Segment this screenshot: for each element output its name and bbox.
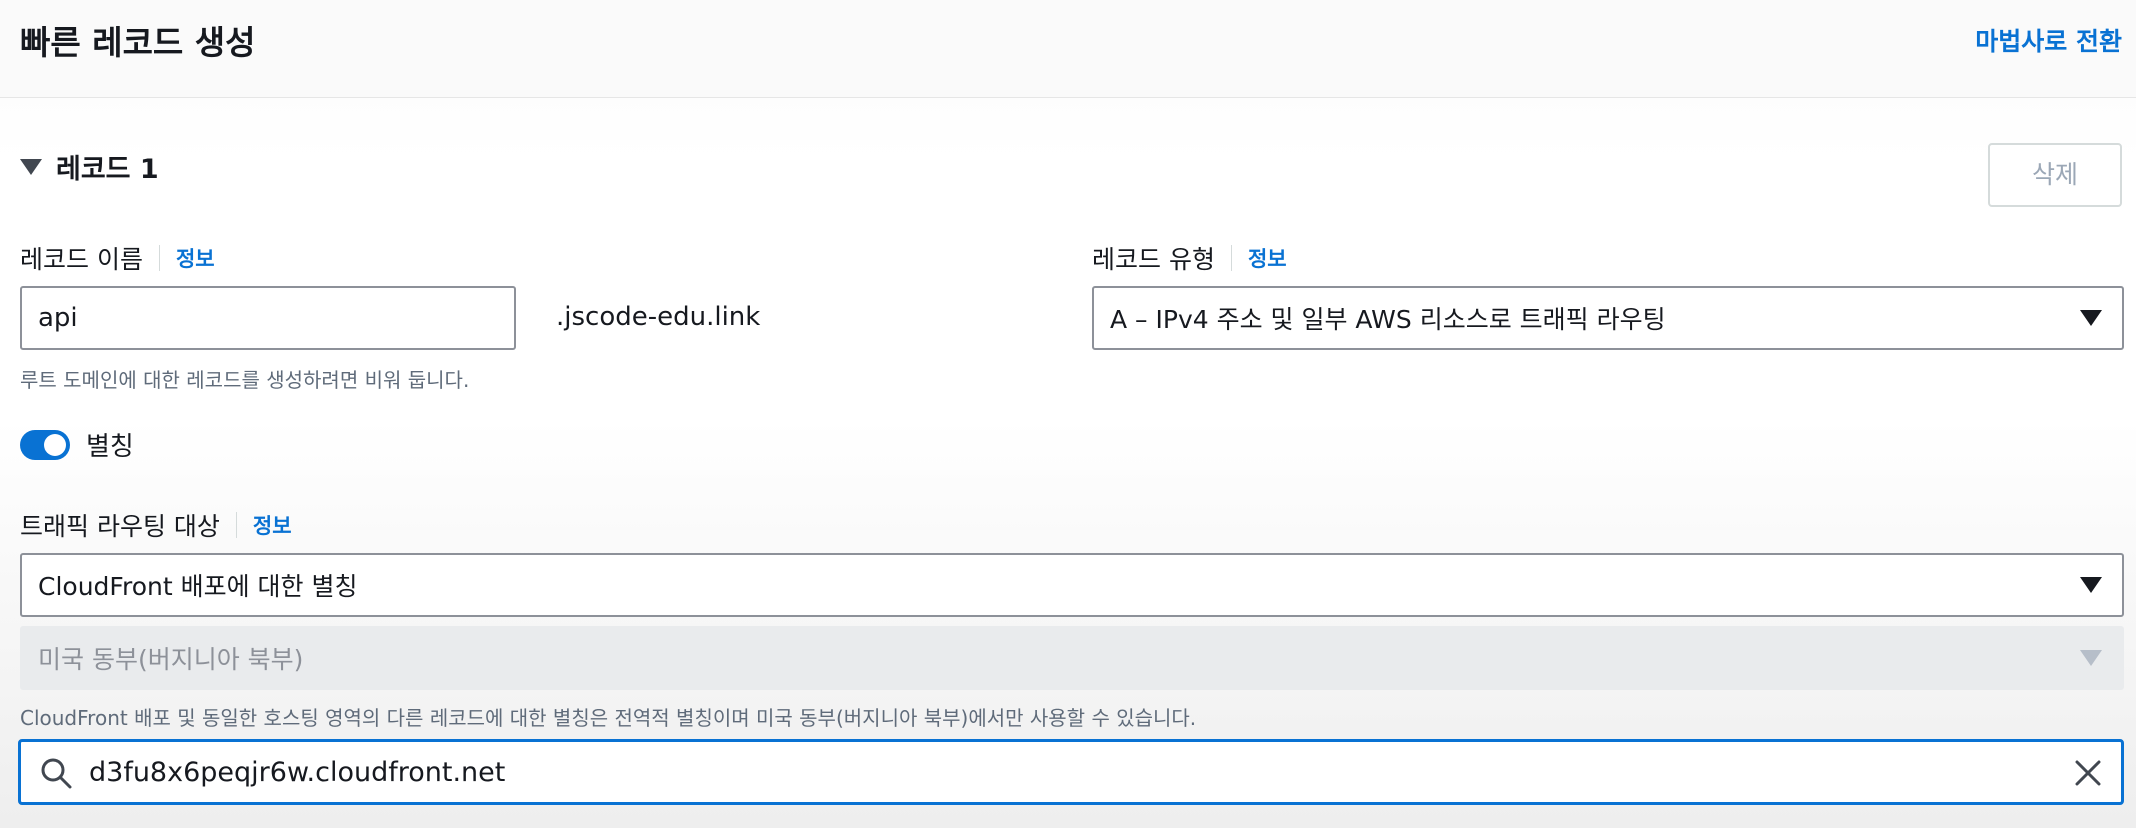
toggle-knob: [44, 433, 66, 456]
region-value: 미국 동부(버지니아 북부): [38, 645, 304, 674]
routing-target-info-link[interactable]: 정보: [253, 510, 292, 540]
dropdown-arrow-icon: [2080, 650, 2102, 666]
record-section-toggle[interactable]: 레코드 1: [20, 147, 159, 186]
page-title: 빠른 레코드 생성: [20, 23, 256, 62]
clear-icon[interactable]: [2071, 756, 2105, 790]
endpoint-value: CloudFront 배포에 대한 별칭: [38, 572, 358, 601]
routing-target-label: 트래픽 라우팅 대상: [20, 512, 220, 541]
record-name-label: 레코드 이름: [20, 245, 143, 274]
quick-create-record-page: 빠른 레코드 생성 마법사로 전환 레코드 1 삭제 레코드 이름 정보 api…: [0, 0, 2136, 828]
record-name-value: api: [38, 303, 78, 333]
caret-down-icon: [20, 158, 42, 175]
switch-to-wizard-link[interactable]: 마법사로 전환: [1975, 22, 2122, 58]
label-divider: [1230, 245, 1232, 271]
record-type-label-row: 레코드 유형 정보: [1092, 240, 1287, 276]
record-type-select[interactable]: A – IPv4 주소 및 일부 AWS 리소스로 트래픽 라우팅: [1092, 286, 2124, 350]
record-name-input[interactable]: api: [20, 286, 516, 350]
dropdown-arrow-icon: [2080, 577, 2102, 593]
search-icon: [41, 758, 72, 789]
page-header: 빠른 레코드 생성 마법사로 전환: [0, 0, 2136, 98]
record-type-value: A – IPv4 주소 및 일부 AWS 리소스로 트래픽 라우팅: [1110, 305, 1666, 334]
alias-toggle-row: 별칭: [20, 426, 134, 463]
domain-suffix: .jscode-edu.link: [556, 302, 761, 332]
endpoint-select[interactable]: CloudFront 배포에 대한 별칭: [20, 553, 2124, 617]
label-divider: [235, 512, 237, 538]
record-type-info-link[interactable]: 정보: [1248, 243, 1287, 273]
distribution-search-input[interactable]: d3fu8x6peqjr6w.cloudfront.net: [18, 739, 2124, 805]
label-divider: [158, 245, 160, 271]
delete-button[interactable]: 삭제: [1988, 143, 2122, 207]
dropdown-arrow-icon: [2080, 310, 2102, 326]
record-type-label: 레코드 유형: [1092, 245, 1215, 274]
alias-label: 별칭: [86, 432, 134, 462]
record-name-label-row: 레코드 이름 정보: [20, 240, 215, 276]
routing-target-hint: CloudFront 배포 및 동일한 호스팅 영역의 다른 레코드에 대한 별…: [20, 706, 1197, 730]
region-select: 미국 동부(버지니아 북부): [20, 626, 2124, 690]
alias-toggle[interactable]: [20, 429, 70, 460]
routing-target-label-row: 트래픽 라우팅 대상 정보: [20, 507, 292, 543]
record-name-info-link[interactable]: 정보: [176, 243, 215, 273]
record-heading: 레코드 1: [56, 154, 159, 185]
record-name-hint: 루트 도메인에 대한 레코드를 생성하려면 비워 둡니다.: [20, 368, 470, 392]
distribution-search-value: d3fu8x6peqjr6w.cloudfront.net: [89, 756, 506, 788]
